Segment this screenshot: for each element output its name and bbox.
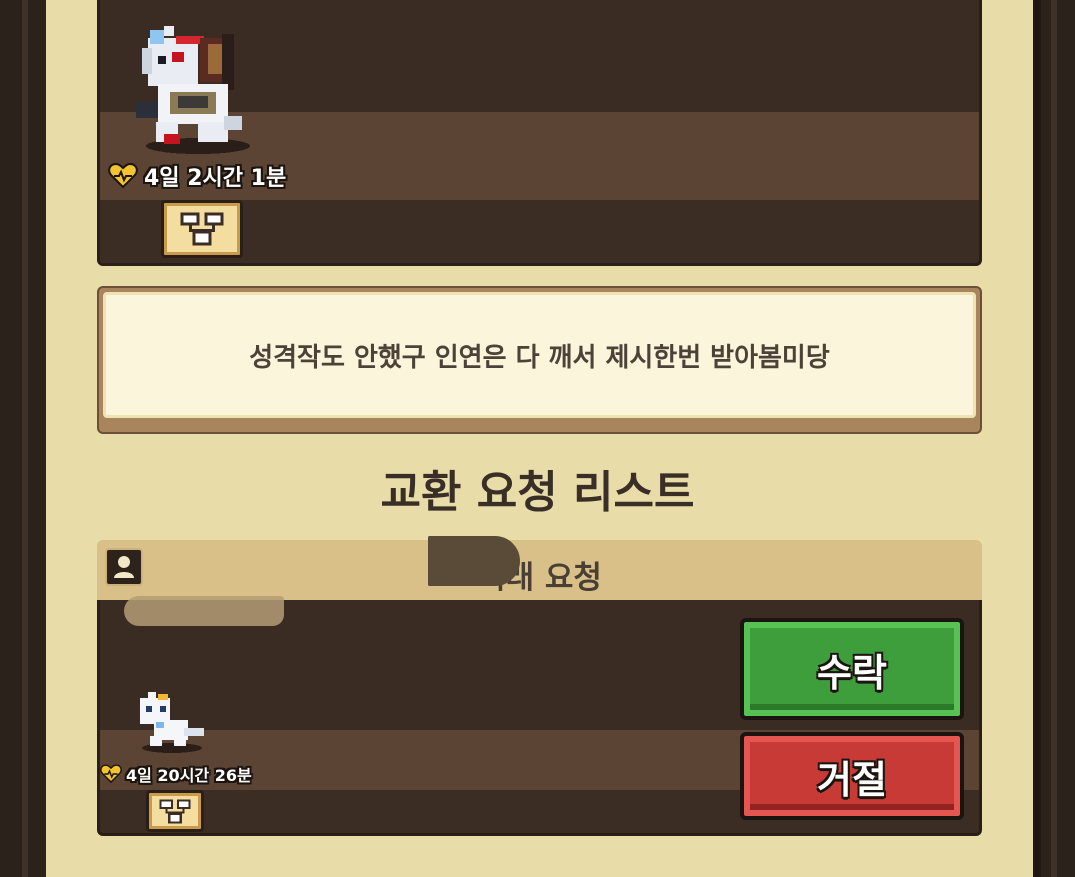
reject-button[interactable]: 거절 xyxy=(740,732,964,820)
message-panel: 성격작도 안했구 인연은 다 깨서 제시한번 받아봄미당 xyxy=(103,292,976,418)
request-pet-timer: 4일 20시간 26분 xyxy=(100,762,252,786)
left-frame-border xyxy=(0,0,46,877)
family-tree-icon[interactable] xyxy=(146,790,204,832)
request-pet-timer-text: 4일 20시간 26분 xyxy=(126,766,252,785)
redaction-mark xyxy=(124,596,284,626)
accept-button[interactable]: 수락 xyxy=(740,618,964,720)
pet-timer: 4일 2시간 1분 xyxy=(108,160,286,192)
trade-message: 성격작도 안했구 인연은 다 깨서 제시한번 받아봄미당 xyxy=(249,342,830,373)
family-tree-icon[interactable] xyxy=(161,200,243,258)
accept-button-label: 수락 xyxy=(817,650,887,695)
request-header: 거래 요청 xyxy=(97,540,982,600)
heart-pulse-icon xyxy=(100,764,122,784)
message-box: 성격작도 안했구 인연은 다 깨서 제시한번 받아봄미당 xyxy=(97,286,982,434)
page-title: 교환 요청 리스트 xyxy=(380,467,695,518)
heart-pulse-icon xyxy=(108,163,138,189)
right-frame-border xyxy=(1033,0,1075,877)
reject-button-label: 거절 xyxy=(817,757,887,802)
redaction-mark xyxy=(428,536,520,586)
pet-sprite-white[interactable] xyxy=(134,690,210,754)
pet-sprite-dragon[interactable] xyxy=(128,26,268,156)
request-label: 거래 요청 xyxy=(477,560,602,596)
pet-timer-text: 4일 2시간 1분 xyxy=(144,166,287,191)
